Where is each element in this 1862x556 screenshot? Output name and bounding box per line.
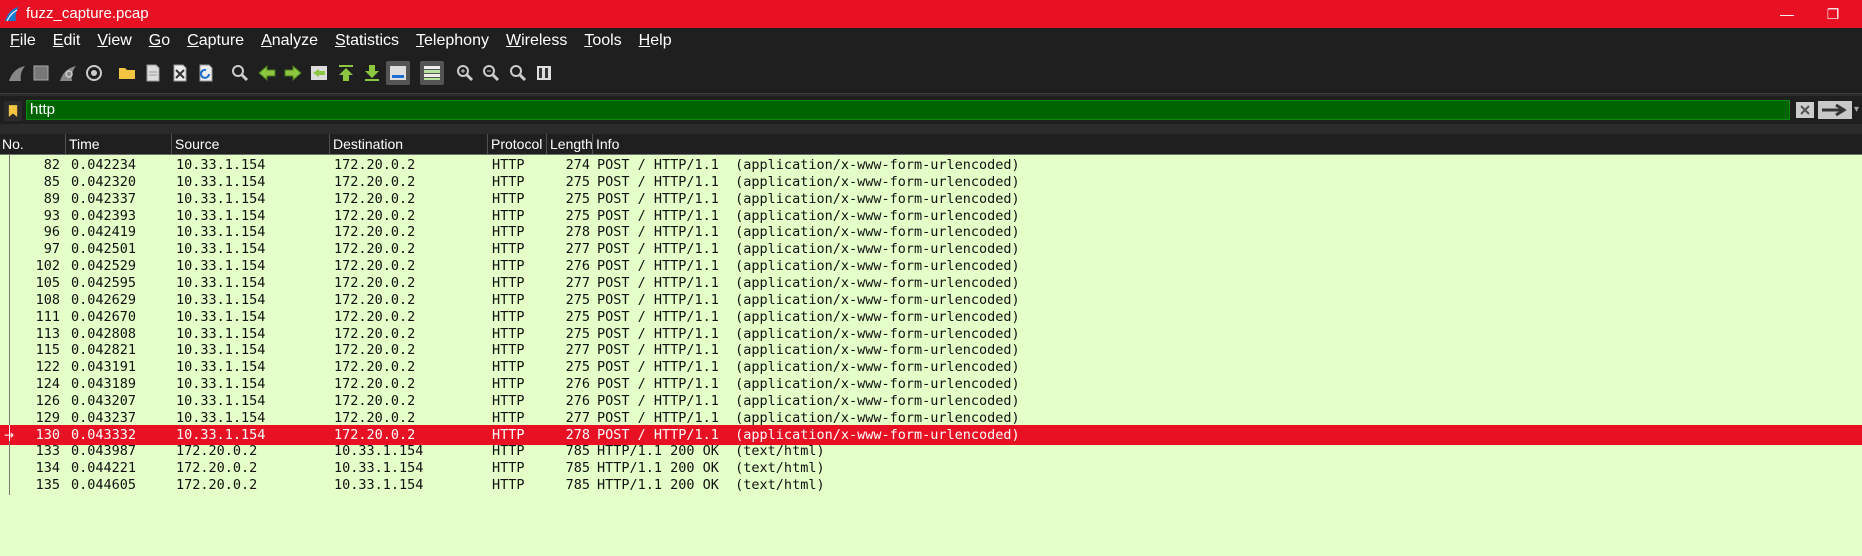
go-forward-icon[interactable] bbox=[281, 61, 305, 85]
main-toolbar bbox=[0, 55, 1862, 94]
menu-file[interactable]: File bbox=[0, 28, 43, 55]
stop-square-icon[interactable] bbox=[29, 61, 53, 85]
menu-accelerator-key: W bbox=[505, 32, 522, 49]
menu-label-rest: apture bbox=[198, 32, 245, 49]
restart-fin-icon[interactable] bbox=[56, 61, 80, 85]
menu-accelerator-key: H bbox=[638, 32, 651, 49]
cell-protocol: HTTP bbox=[492, 477, 525, 494]
display-filter-input[interactable]: http bbox=[26, 100, 1790, 120]
go-first-icon[interactable] bbox=[334, 61, 358, 85]
menu-view[interactable]: View bbox=[87, 28, 138, 55]
packet-list: 82 0.042234 10.33.1.154 172.20.0.2 HTTP 274 PO… bbox=[0, 155, 1862, 556]
menu-label-rest: iew bbox=[107, 32, 132, 49]
cell-source: 172.20.0.2 bbox=[176, 477, 258, 494]
cell-destination: 10.33.1.154 bbox=[334, 477, 424, 494]
autoscroll-icon[interactable] bbox=[386, 61, 410, 85]
colorize-icon[interactable] bbox=[420, 61, 444, 85]
menu-help[interactable]: Help bbox=[629, 28, 679, 55]
menu-label-rest: dit bbox=[63, 32, 81, 49]
menu-label-rest: elp bbox=[650, 32, 672, 49]
menu-accelerator-key: A bbox=[261, 32, 272, 49]
column-header-source[interactable]: Source bbox=[173, 134, 330, 154]
menu-go[interactable]: Go bbox=[139, 28, 177, 55]
menu-accelerator-key: V bbox=[97, 32, 108, 49]
menu-label-rest: nalyze bbox=[271, 32, 318, 49]
menu-wireless[interactable]: Wireless bbox=[496, 28, 574, 55]
clear-filter-icon[interactable] bbox=[1795, 101, 1815, 119]
save-file-icon[interactable] bbox=[141, 61, 165, 85]
column-header-info[interactable]: Info bbox=[594, 134, 1862, 154]
cell-length: 785 bbox=[565, 477, 590, 494]
zoom-in-icon[interactable] bbox=[453, 61, 477, 85]
column-header-destination[interactable]: Destination bbox=[331, 134, 488, 154]
column-header-no[interactable]: No. bbox=[0, 134, 66, 154]
menu-accelerator-key: G bbox=[148, 32, 162, 49]
apply-filter-arrow-icon[interactable] bbox=[1818, 101, 1852, 119]
column-header-protocol[interactable]: Protocol bbox=[489, 134, 547, 154]
zoom-normal-icon[interactable] bbox=[506, 61, 530, 85]
display-filter-bar: http ▾ bbox=[0, 96, 1862, 124]
close-file-icon[interactable] bbox=[168, 61, 192, 85]
menu-label-rest: ireless bbox=[521, 32, 568, 49]
resize-columns-icon[interactable] bbox=[532, 61, 556, 85]
menu-bar: File Edit View Go Capture Analyze Statistics Te… bbox=[0, 28, 1862, 55]
menu-accelerator-key: F bbox=[10, 32, 20, 49]
capture-options-gear-icon[interactable] bbox=[82, 61, 106, 85]
find-packet-icon[interactable] bbox=[228, 61, 252, 85]
wireshark-fin-icon bbox=[4, 6, 20, 22]
menu-accelerator-key: C bbox=[187, 32, 199, 49]
menu-label-rest: ile bbox=[19, 32, 36, 49]
menu-edit[interactable]: Edit bbox=[43, 28, 88, 55]
cell-time: 0.044605 bbox=[71, 477, 137, 494]
minimize-button[interactable]: — bbox=[1764, 0, 1810, 28]
menu-accelerator-key: T bbox=[416, 32, 425, 49]
reload-icon[interactable] bbox=[194, 61, 218, 85]
restore-button[interactable]: ❐ bbox=[1810, 0, 1856, 28]
menu-label-rest: elephony bbox=[424, 32, 489, 49]
menu-label-rest: o bbox=[161, 32, 171, 49]
go-last-icon[interactable] bbox=[360, 61, 384, 85]
menu-label-rest: tatistics bbox=[345, 32, 400, 49]
column-header-time[interactable]: Time bbox=[67, 134, 172, 154]
menu-accelerator-key: S bbox=[335, 32, 346, 49]
chevron-down-icon[interactable]: ▾ bbox=[1854, 101, 1862, 119]
table-row[interactable]: 135 0.044605 172.20.0.2 10.33.1.154 HTTP 785 H… bbox=[0, 475, 1862, 496]
menu-accelerator-key: E bbox=[52, 32, 64, 49]
cell-info: HTTP/1.1 200 OK (text/html) bbox=[597, 477, 825, 494]
go-back-icon[interactable] bbox=[255, 61, 279, 85]
menu-label-rest: ools bbox=[592, 32, 622, 49]
title-bar: fuzz_capture.pcap — ❐ bbox=[0, 0, 1862, 28]
menu-telephony[interactable]: Telephony bbox=[406, 28, 496, 55]
window-title: fuzz_capture.pcap bbox=[26, 5, 149, 22]
bookmark-icon[interactable] bbox=[4, 101, 22, 121]
column-header-length[interactable]: Length bbox=[548, 134, 593, 154]
shark-fin-start-icon[interactable] bbox=[5, 61, 29, 85]
menu-analyze[interactable]: Analyze bbox=[251, 28, 325, 55]
packet-list-header: No. Time Source Destination Protocol Len… bbox=[0, 134, 1862, 155]
go-to-packet-icon[interactable] bbox=[307, 61, 331, 85]
menu-tools[interactable]: Tools bbox=[574, 28, 628, 55]
cell-no: 135 bbox=[35, 477, 60, 494]
open-folder-icon[interactable] bbox=[115, 61, 139, 85]
menu-statistics[interactable]: Statistics bbox=[325, 28, 406, 55]
zoom-out-icon[interactable] bbox=[479, 61, 503, 85]
menu-capture[interactable]: Capture bbox=[177, 28, 251, 55]
